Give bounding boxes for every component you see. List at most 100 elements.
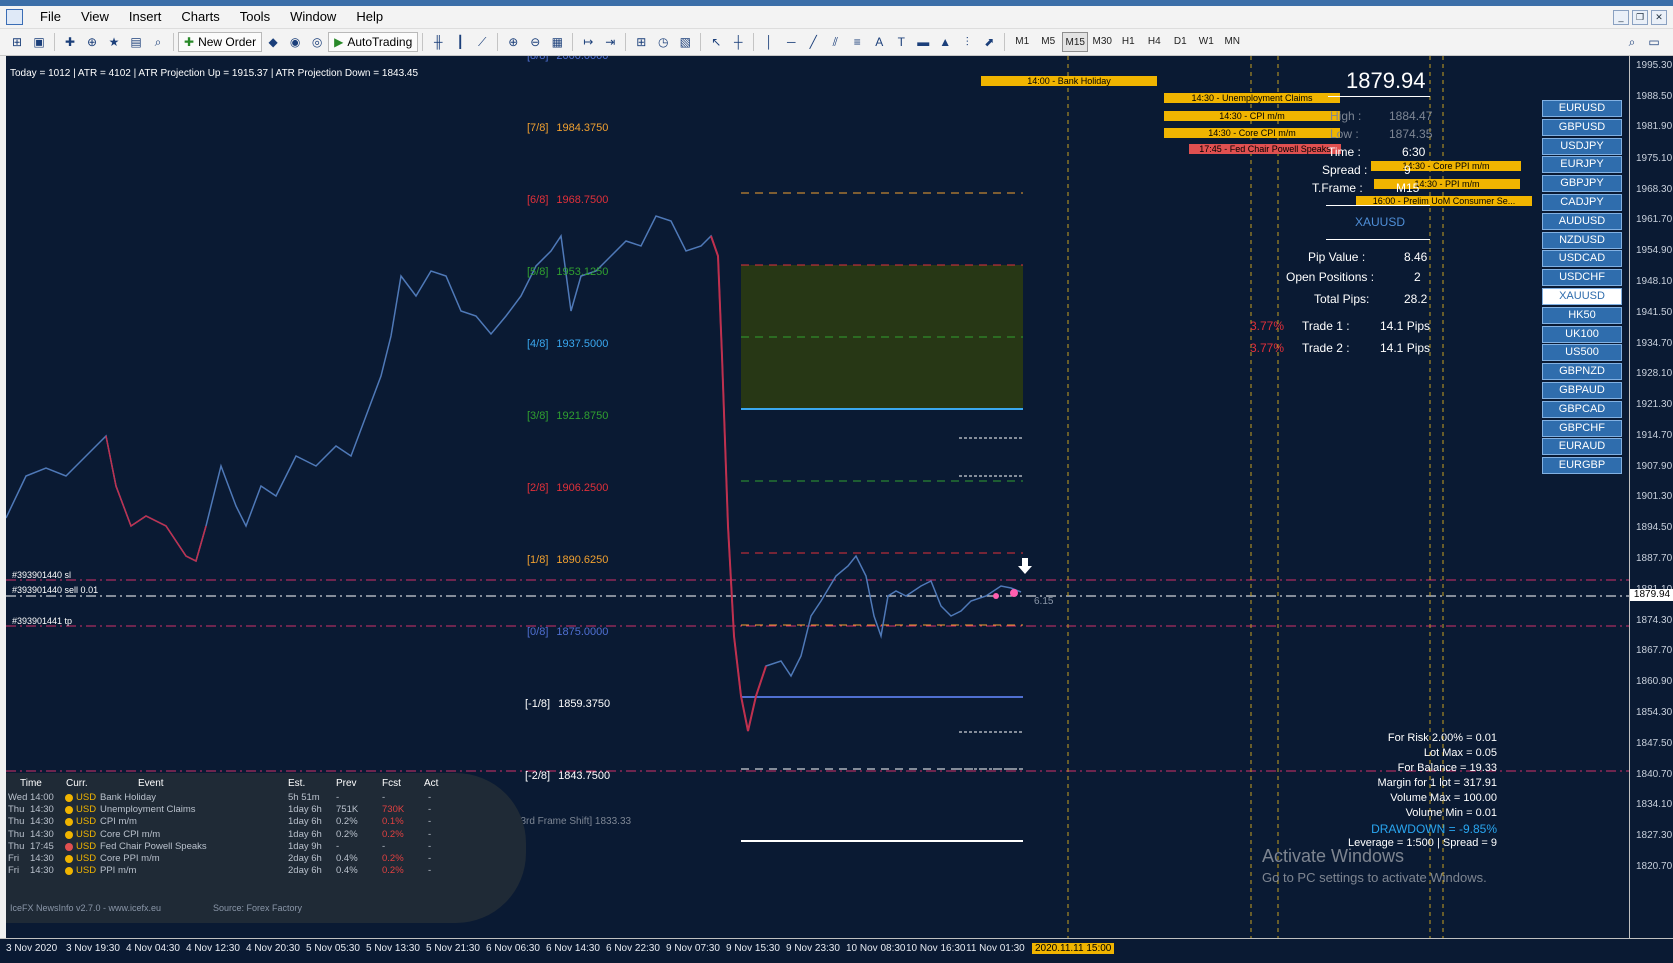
profiles-icon[interactable]: ▣ xyxy=(30,33,48,51)
tframe-value: M15 xyxy=(1396,181,1420,195)
minimize-icon[interactable]: _ xyxy=(1613,10,1629,25)
symbol-button-gbpusd[interactable]: GBPUSD xyxy=(1542,118,1622,136)
horizontal-line-icon[interactable]: ─ xyxy=(782,33,800,51)
murrey-label: [0/8] 1875.0000 xyxy=(527,626,608,638)
indicators-icon[interactable]: ⊞ xyxy=(632,33,650,51)
market-watch-icon[interactable]: ✚ xyxy=(61,33,79,51)
price-tick: 1827.30 xyxy=(1636,830,1673,842)
navigator-icon[interactable]: ★ xyxy=(105,33,123,51)
symbol-button-gbpchf[interactable]: GBPCHF xyxy=(1542,419,1622,437)
restore-icon[interactable]: ❐ xyxy=(1632,10,1648,25)
symbol-button-euraud[interactable]: EURAUD xyxy=(1542,438,1622,456)
price-tick: 1921.30 xyxy=(1636,399,1673,411)
risk-line: Margin for 1 lot = 317.91 xyxy=(1377,777,1497,789)
timeframe-m1[interactable]: M1 xyxy=(1010,32,1034,50)
chart-area[interactable]: Today = 1012 | ATR = 4102 | ATR Projecti… xyxy=(6,56,1629,938)
timeframe-h1[interactable]: H1 xyxy=(1116,32,1140,50)
autotrading-button[interactable]: ▶ AutoTrading xyxy=(328,32,419,52)
terminal-icon[interactable]: ▤ xyxy=(127,33,145,51)
app-icon xyxy=(6,9,23,25)
murrey-level: [-2/8] xyxy=(525,770,551,782)
menu-charts[interactable]: Charts xyxy=(171,9,229,24)
news-event-bar: 14:30 - Unemployment Claims xyxy=(1164,93,1340,103)
symbol-button-usdchf[interactable]: USDCHF xyxy=(1542,269,1622,287)
symbol-button-hk50[interactable]: HK50 xyxy=(1542,306,1622,324)
time-axis[interactable]: 3 Nov 2020 3 Nov 19:30 4 Nov 04:30 4 Nov 12… xyxy=(0,938,1673,963)
timeframe-mn[interactable]: MN xyxy=(1220,32,1244,50)
vps-icon[interactable]: ◎ xyxy=(308,33,326,51)
bar-chart-icon[interactable]: ╫ xyxy=(429,33,447,51)
pip-value-label: Pip Value : xyxy=(1308,250,1366,264)
timeframe-h4[interactable]: H4 xyxy=(1142,32,1166,50)
murrey-label: [6/8] 1968.7500 xyxy=(527,194,608,206)
timeframe-m30[interactable]: M30 xyxy=(1090,32,1114,50)
text-icon[interactable]: A xyxy=(870,33,888,51)
arrows-icon[interactable]: ⬈ xyxy=(980,33,998,51)
menu-view[interactable]: View xyxy=(71,9,119,24)
tester-icon[interactable]: ⌕ xyxy=(149,33,167,51)
news-est: 2day 6h xyxy=(288,853,322,864)
candlestick-icon[interactable]: ┃ xyxy=(451,33,469,51)
cursor-icon[interactable]: ↖ xyxy=(707,33,725,51)
fibonacci-icon[interactable]: ≡ xyxy=(848,33,866,51)
timeframe-d1[interactable]: D1 xyxy=(1168,32,1192,50)
symbol-button-gbpcad[interactable]: GBPCAD xyxy=(1542,400,1622,418)
chat-icon[interactable]: ▭ xyxy=(1645,33,1663,51)
search-icon[interactable]: ⌕ xyxy=(1623,33,1641,51)
crosshair-tool-icon[interactable]: ┼ xyxy=(729,33,747,51)
symbol-button-uk100[interactable]: UK100 xyxy=(1542,325,1622,343)
new-order-button[interactable]: ✚ New Order xyxy=(178,32,263,52)
murrey-level: [3/8] xyxy=(527,410,549,422)
symbol-button-eurusd[interactable]: EURUSD xyxy=(1542,100,1622,117)
menu-file[interactable]: File xyxy=(30,9,71,24)
rectangle-icon[interactable]: ▬ xyxy=(914,33,932,51)
menu-tools[interactable]: Tools xyxy=(230,9,280,24)
symbol-button-eurgbp[interactable]: EURGBP xyxy=(1542,457,1622,475)
symbol-button-gbpjpy[interactable]: GBPJPY xyxy=(1542,175,1622,193)
menu-insert[interactable]: Insert xyxy=(119,9,172,24)
news-header-act: Act xyxy=(424,778,439,789)
price-axis[interactable]: 1995.30 1988.50 1981.90 1975.10 1968.30 1961.… xyxy=(1629,56,1673,938)
symbol-button-nzdusd[interactable]: NZDUSD xyxy=(1542,231,1622,249)
metaeditor-icon[interactable]: ◆ xyxy=(264,33,282,51)
timeframe-m15[interactable]: M15 xyxy=(1062,32,1089,52)
price-tick: 1860.90 xyxy=(1636,676,1673,688)
price-tick: 1928.10 xyxy=(1636,368,1673,380)
symbol-button-gbpnzd[interactable]: GBPNZD xyxy=(1542,363,1622,381)
symbol-button-usdjpy[interactable]: USDJPY xyxy=(1542,137,1622,155)
signals-icon[interactable]: ◉ xyxy=(286,33,304,51)
menu-help[interactable]: Help xyxy=(346,9,393,24)
news-fcst: 730K xyxy=(382,804,405,816)
new-chart-icon[interactable]: ⊞ xyxy=(8,33,26,51)
symbol-button-us500[interactable]: US500 xyxy=(1542,344,1622,362)
auto-scroll-icon[interactable]: ↦ xyxy=(579,33,597,51)
zoom-in-icon[interactable]: ⊕ xyxy=(504,33,522,51)
news-row: Thu 14:30 USD Core CPI m/m 1day 6h 0.2% 0.2% - xyxy=(6,829,526,842)
timeframe-w1[interactable]: W1 xyxy=(1194,32,1218,50)
text-label-icon[interactable]: T xyxy=(892,33,910,51)
symbol-button-usdcad[interactable]: USDCAD xyxy=(1542,250,1622,268)
zoom-out-icon[interactable]: ⊖ xyxy=(526,33,544,51)
triangle-icon[interactable]: ▲ xyxy=(936,33,954,51)
news-fcst: 0.1% xyxy=(382,816,404,828)
symbol-button-cadjpy[interactable]: CADJPY xyxy=(1542,194,1622,211)
line-chart-icon[interactable]: ⟋ xyxy=(473,33,491,51)
vertical-line-icon[interactable]: │ xyxy=(760,33,778,51)
crosshair-icon[interactable]: ⊕ xyxy=(83,33,101,51)
channel-icon[interactable]: ⫽ xyxy=(826,33,844,51)
periods-icon[interactable]: ◷ xyxy=(654,33,672,51)
tile-windows-icon[interactable]: ▦ xyxy=(548,33,566,51)
symbol-button-audusd[interactable]: AUDUSD xyxy=(1542,212,1622,230)
chart-shift-icon[interactable]: ⇥ xyxy=(601,33,619,51)
symbol-button-gbpaud[interactable]: GBPAUD xyxy=(1542,382,1622,399)
templates-icon[interactable]: ▧ xyxy=(676,33,694,51)
symbol-button-xauusd[interactable]: XAUUSD xyxy=(1542,288,1622,305)
menu-window[interactable]: Window xyxy=(280,9,346,24)
price-tick: 1995.30 xyxy=(1636,60,1673,71)
trendline-icon[interactable]: ╱ xyxy=(804,33,822,51)
close-icon[interactable]: ✕ xyxy=(1651,10,1667,25)
fibo-fan-icon[interactable]: ⫶ xyxy=(958,33,976,51)
news-day: Thu xyxy=(8,816,25,828)
timeframe-m5[interactable]: M5 xyxy=(1036,32,1060,50)
symbol-button-eurjpy[interactable]: EURJPY xyxy=(1542,156,1622,174)
